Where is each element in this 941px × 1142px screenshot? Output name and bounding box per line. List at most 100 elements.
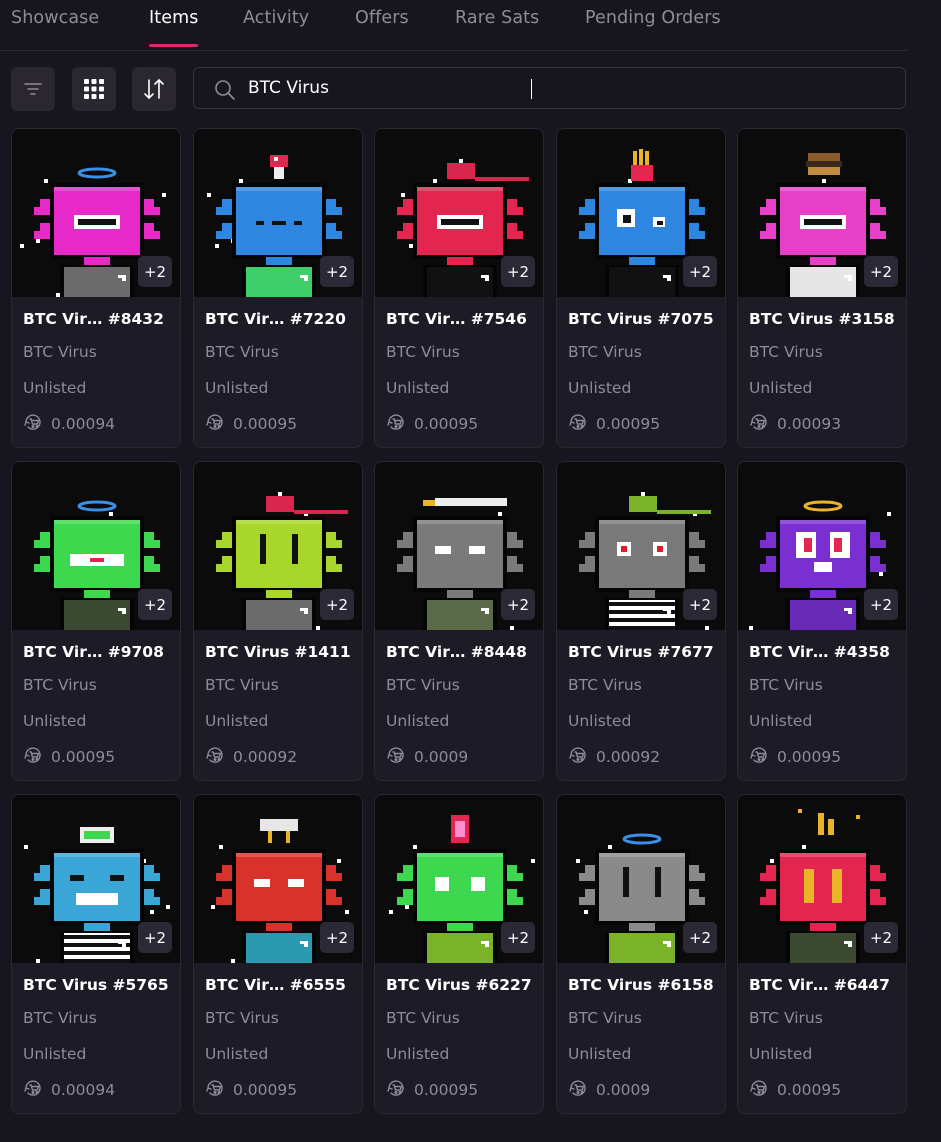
item-collection: BTC Virus [749,1009,823,1027]
item-price: 0.00092 [596,748,661,766]
extra-inscriptions-badge[interactable]: +2 [501,589,535,620]
item-collection: BTC Virus [568,1009,642,1027]
item-collection: BTC Virus [205,1009,279,1027]
item-collection: BTC Virus [568,343,642,361]
item-card[interactable]: +2 BTC Virus #7677 BTC Virus Unlisted 0.… [556,461,726,781]
extra-inscriptions-badge[interactable]: +2 [683,589,717,620]
tab-rare-sats[interactable]: Rare Sats [455,8,539,28]
item-card[interactable]: +2 BTC Virus #3158 BTC Virus Unlisted 0.… [737,128,907,448]
cart-icon [386,745,414,769]
item-collection: BTC Virus [23,1009,97,1027]
item-collection: BTC Virus [568,676,642,694]
tab-activity[interactable]: Activity [243,8,309,28]
cart-icon [749,1078,777,1102]
item-thumbnail[interactable]: +2 [375,462,543,630]
item-thumbnail[interactable]: +2 [194,129,362,297]
extra-inscriptions-badge[interactable]: +2 [683,922,717,953]
extra-inscriptions-badge[interactable]: +2 [864,256,898,287]
item-thumbnail[interactable]: +2 [12,795,180,963]
extra-inscriptions-badge[interactable]: +2 [138,589,172,620]
sort-button[interactable] [132,67,176,111]
item-name: BTC Virus #6158 [568,976,714,994]
item-card[interactable]: +2 BTC Vir… #8432 BTC Virus Unlisted 0.0… [11,128,181,448]
item-thumbnail[interactable]: +2 [12,462,180,630]
item-collection: BTC Virus [23,676,97,694]
extra-inscriptions-badge[interactable]: +2 [864,922,898,953]
item-collection: BTC Virus [386,676,460,694]
item-thumbnail[interactable]: +2 [194,795,362,963]
item-price: 0.00092 [233,748,298,766]
item-status: Unlisted [23,712,87,730]
cart-icon [205,1078,233,1102]
extra-inscriptions-badge[interactable]: +2 [683,256,717,287]
item-name: BTC Vir… #9708 [23,643,164,661]
item-price-row: 0.00095 [568,414,660,434]
item-price-row: 0.00094 [23,1080,115,1100]
item-thumbnail[interactable]: +2 [375,795,543,963]
cart-icon [568,412,596,436]
item-card[interactable]: +2 BTC Vir… #6555 BTC Virus Unlisted 0.0… [193,794,363,1114]
item-card[interactable]: +2 BTC Vir… #6447 BTC Virus Unlisted 0.0… [737,794,907,1114]
item-status: Unlisted [568,712,632,730]
item-card[interactable]: +2 BTC Virus #7075 BTC Virus Unlisted 0.… [556,128,726,448]
item-price-row: 0.00095 [749,747,841,767]
sort-arrows-icon [142,77,166,101]
item-card[interactable]: +2 BTC Vir… #8448 BTC Virus Unlisted 0.0… [374,461,544,781]
item-collection: BTC Virus [205,676,279,694]
item-price: 0.00095 [596,415,661,433]
tab-pending-orders[interactable]: Pending Orders [585,8,721,28]
item-card[interactable]: +2 BTC Virus #5765 BTC Virus Unlisted 0.… [11,794,181,1114]
item-card[interactable]: +2 BTC Virus #1411 BTC Virus Unlisted 0.… [193,461,363,781]
active-tab-indicator [149,44,198,47]
grid-view-icon [83,78,105,100]
item-name: BTC Virus #3158 [749,310,895,328]
item-status: Unlisted [205,712,269,730]
item-price-row: 0.00095 [205,414,297,434]
cart-icon [23,745,51,769]
cart-icon [749,412,777,436]
item-thumbnail[interactable]: +2 [12,129,180,297]
item-price-row: 0.00093 [749,414,841,434]
item-status: Unlisted [568,1045,632,1063]
extra-inscriptions-badge[interactable]: +2 [864,589,898,620]
item-name: BTC Vir… #7220 [205,310,346,328]
item-name: BTC Virus #1411 [205,643,351,661]
item-thumbnail[interactable]: +2 [738,462,906,630]
tab-items[interactable]: Items [149,8,198,28]
item-thumbnail[interactable]: +2 [557,795,725,963]
item-thumbnail[interactable]: +2 [557,462,725,630]
extra-inscriptions-badge[interactable]: +2 [138,922,172,953]
cart-icon [568,1078,596,1102]
cart-icon [205,412,233,436]
item-thumbnail[interactable]: +2 [557,129,725,297]
item-price: 0.00095 [414,415,479,433]
item-name: BTC Vir… #6447 [749,976,890,994]
item-price-row: 0.0009 [386,747,468,767]
extra-inscriptions-badge[interactable]: +2 [320,256,354,287]
extra-inscriptions-badge[interactable]: +2 [501,256,535,287]
item-thumbnail[interactable]: +2 [375,129,543,297]
extra-inscriptions-badge[interactable]: +2 [320,589,354,620]
extra-inscriptions-badge[interactable]: +2 [138,256,172,287]
item-thumbnail[interactable]: +2 [738,129,906,297]
item-card[interactable]: +2 BTC Virus #6158 BTC Virus Unlisted 0.… [556,794,726,1114]
item-card[interactable]: +2 BTC Virus #6227 BTC Virus Unlisted 0.… [374,794,544,1114]
tab-offers[interactable]: Offers [355,8,409,28]
extra-inscriptions-badge[interactable]: +2 [320,922,354,953]
item-card[interactable]: +2 BTC Vir… #9708 BTC Virus Unlisted 0.0… [11,461,181,781]
item-card[interactable]: +2 BTC Vir… #7546 BTC Virus Unlisted 0.0… [374,128,544,448]
item-thumbnail[interactable]: +2 [738,795,906,963]
item-thumbnail[interactable]: +2 [194,462,362,630]
cart-icon [568,745,596,769]
extra-inscriptions-badge[interactable]: +2 [501,922,535,953]
item-price: 0.00095 [777,748,842,766]
tab-showcase[interactable]: Showcase [11,8,99,28]
item-collection: BTC Virus [749,343,823,361]
item-card[interactable]: +2 BTC Vir… #7220 BTC Virus Unlisted 0.0… [193,128,363,448]
item-status: Unlisted [23,379,87,397]
search-input[interactable] [248,74,888,102]
grid-view-button[interactable] [72,67,116,111]
item-name: BTC Virus #6227 [386,976,532,994]
item-card[interactable]: +2 BTC Vir… #4358 BTC Virus Unlisted 0.0… [737,461,907,781]
filter-button[interactable] [11,67,55,111]
